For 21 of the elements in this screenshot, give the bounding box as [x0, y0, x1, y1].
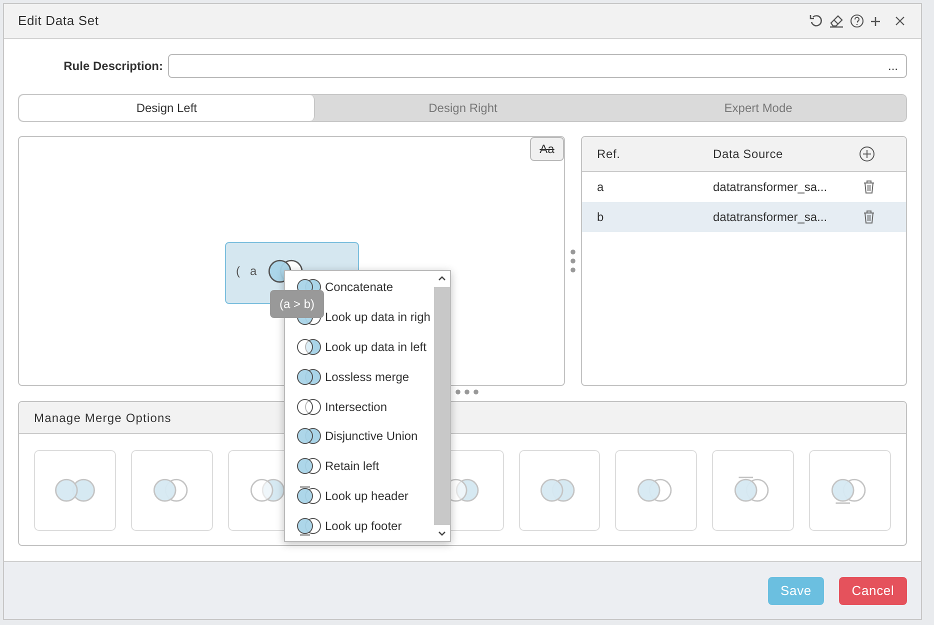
menu-item-label: Concatenate — [325, 278, 394, 296]
menu-item-label: Look up header — [325, 488, 408, 506]
window-title: Edit Data Set — [18, 12, 99, 30]
node-text: ( — [236, 263, 240, 280]
menu-item-label: Look up footer — [325, 518, 402, 536]
table-cell-text: datatransformer_sa... — [713, 209, 828, 226]
menu-item-label: Disjunctive Union — [325, 428, 418, 446]
node-text: a — [250, 263, 257, 280]
menu-item-label: Retain left — [325, 458, 380, 476]
panel-title: Manage Merge Options — [34, 410, 172, 426]
rule-description-label: Rule Description: — [62, 58, 163, 75]
menu-item-label: Look up data in left — [325, 338, 426, 356]
menu-item-label: Look up data in righ — [325, 308, 430, 326]
tooltip: (a > b) — [270, 290, 324, 318]
table-cell-text: a — [596, 179, 605, 196]
column-header: Data Source — [713, 146, 784, 163]
menu-item-label: Lossless merge — [325, 368, 410, 386]
table-cell-text: datatransformer_sa... — [713, 179, 828, 196]
table-cell-text: b — [596, 209, 605, 226]
column-header: Ref. — [596, 146, 622, 163]
menu-item-label: Intersection — [325, 398, 388, 416]
